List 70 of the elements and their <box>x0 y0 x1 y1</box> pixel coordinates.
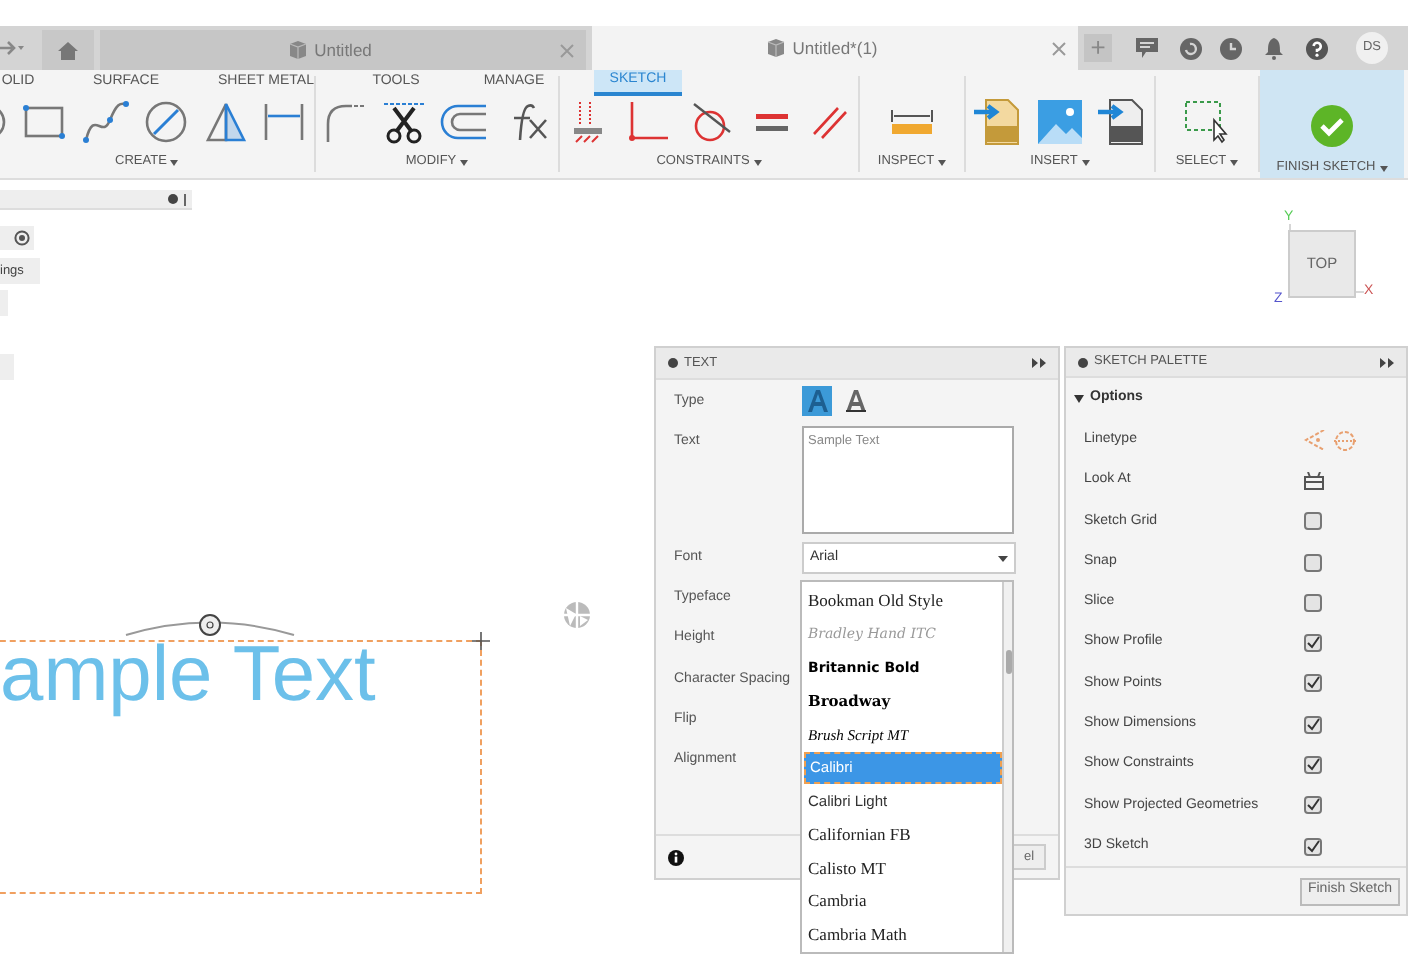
selection-box-icon[interactable] <box>1183 100 1231 145</box>
checkbox[interactable] <box>1304 756 1322 775</box>
checkbox[interactable] <box>1304 796 1322 815</box>
equal-icon[interactable] <box>753 108 789 137</box>
cube-icon <box>766 38 787 58</box>
caret-icon <box>1379 165 1388 172</box>
close-icon[interactable] <box>1052 41 1066 55</box>
caret-icon <box>1074 394 1084 405</box>
expand-icon[interactable] <box>1380 357 1394 368</box>
checkbox[interactable] <box>1304 674 1322 693</box>
caret-icon <box>753 159 762 166</box>
rotate-handle[interactable] <box>124 614 296 636</box>
expand-icon[interactable] <box>1032 358 1046 368</box>
document-tab[interactable]: Untitled*(1) <box>592 26 1078 70</box>
chat-icon[interactable] <box>1136 38 1158 58</box>
sync-icon[interactable] <box>1180 37 1202 59</box>
home-tab[interactable] <box>42 30 94 70</box>
insert-svg-icon[interactable] <box>973 98 1022 147</box>
outline-letter-icon <box>845 390 865 412</box>
clock-icon[interactable] <box>1220 37 1242 59</box>
checkmark-icon[interactable] <box>1310 103 1354 148</box>
radio-icon[interactable] <box>14 230 30 246</box>
checkbox[interactable] <box>1304 715 1322 734</box>
font-option[interactable]: Californian FB <box>804 818 1002 852</box>
checkbox[interactable] <box>1304 512 1322 531</box>
caret-icon <box>460 159 469 166</box>
bell-icon[interactable] <box>1264 37 1284 59</box>
info-icon[interactable] <box>668 849 684 865</box>
tab-title: Untitled*(1) <box>792 35 878 61</box>
offset-tool-icon[interactable] <box>440 102 489 143</box>
fillet-tool-icon[interactable] <box>323 100 368 145</box>
tangent-icon[interactable] <box>691 100 731 145</box>
caret-icon <box>938 159 947 166</box>
font-option[interactable]: Bookman Old Style <box>804 584 1002 618</box>
tab-title: Untitled <box>314 37 372 63</box>
home-icon <box>58 41 78 59</box>
triangle-tool-icon[interactable] <box>203 100 248 145</box>
dot-icon <box>1078 357 1088 368</box>
look-at-icon[interactable] <box>1304 471 1324 490</box>
checkbox[interactable] <box>1304 837 1322 856</box>
checkbox[interactable] <box>1304 593 1322 612</box>
checkbox[interactable] <box>1304 634 1322 653</box>
dot-icon[interactable] <box>168 194 178 204</box>
scissors-icon[interactable] <box>381 100 426 145</box>
checkbox[interactable] <box>1304 553 1322 572</box>
font-option[interactable]: Cambria <box>804 885 1002 919</box>
corner-handle-icon <box>472 632 490 650</box>
perpendicular-icon[interactable] <box>625 100 669 145</box>
dimension-tool-icon[interactable] <box>262 100 307 145</box>
caret-icon <box>998 555 1008 561</box>
caret-icon <box>170 159 179 166</box>
caret-icon <box>1230 159 1239 166</box>
font-option[interactable]: Calisto MT <box>804 851 1002 885</box>
insert-image-icon[interactable] <box>1035 98 1084 147</box>
parallel-icon[interactable] <box>811 104 847 141</box>
ruler-icon[interactable] <box>890 106 934 139</box>
letter-icon <box>807 390 827 412</box>
rectangle-tool-icon[interactable] <box>22 104 67 141</box>
circle-diameter-icon[interactable] <box>144 100 189 145</box>
sketch-text: ample Text <box>0 636 376 716</box>
dot-icon <box>668 358 678 368</box>
insert-dxf-icon[interactable] <box>1098 98 1147 147</box>
type-button[interactable] <box>840 386 870 416</box>
cube-icon <box>288 40 309 60</box>
spline-tool-icon[interactable] <box>81 100 130 145</box>
fix-constraint-icon[interactable] <box>571 100 603 145</box>
font-option[interactable]: Cambria Math <box>804 918 1002 952</box>
redo-icon[interactable] <box>0 40 24 56</box>
help-icon[interactable] <box>1306 37 1328 59</box>
caret-icon <box>1081 159 1090 166</box>
